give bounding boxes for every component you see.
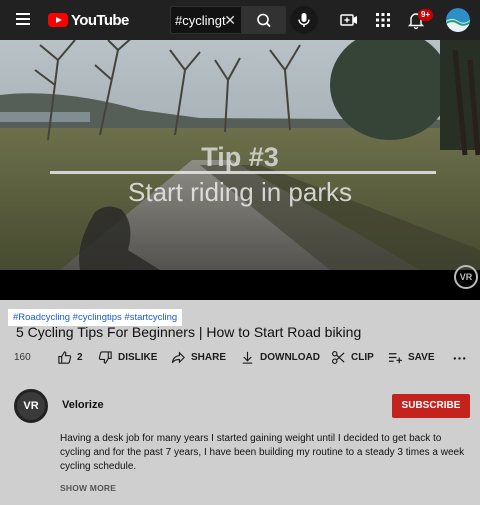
video-player[interactable]: Tip #3 Start riding in parks [0,40,480,270]
video-letterbox [0,270,480,300]
like-count: 2 [77,352,83,363]
clear-search-icon[interactable]: ✕ [224,12,236,29]
user-avatar[interactable] [446,8,470,32]
thumbs-up-icon [58,351,72,364]
youtube-play-icon [48,13,68,27]
add-to-playlist-icon [388,353,403,364]
download-button[interactable]: DOWNLOAD [240,350,320,365]
share-icon [171,351,185,364]
voice-search-button[interactable] [290,6,318,34]
notification-badge: 9+ [418,9,434,21]
video-caption-title: Tip #3 [201,142,279,172]
show-more-button[interactable]: SHOW MORE [60,483,116,493]
youtube-logo[interactable]: YouTube [48,11,129,29]
logo-text: YouTube [71,11,129,29]
video-caption-subtitle: Start riding in parks [128,177,352,207]
clip-button[interactable]: CLIP [331,350,374,365]
save-button[interactable]: SAVE [388,350,435,365]
menu-icon[interactable] [16,13,30,25]
channel-avatar[interactable]: VR [14,389,48,423]
video-actions-row: 160 2 DISLIKE SHARE DOWNLOAD CLIP SAVE [0,350,480,368]
dislike-button[interactable]: DISLIKE [98,350,157,365]
video-description: Having a desk job for many years I start… [60,433,465,472]
search-value: #cyclingt [175,13,226,28]
clip-label: CLIP [351,352,374,363]
share-label: SHARE [191,352,227,363]
top-bar: YouTube #cyclingt ✕ 9+ [0,0,480,40]
more-actions-button[interactable] [452,350,467,365]
video-title: 5 Cycling Tips For Beginners | How to St… [16,324,362,340]
download-label: DOWNLOAD [260,352,320,363]
search-icon [257,13,271,28]
view-count: 160 [14,352,31,363]
subscribe-button[interactable]: SUBSCRIBE [392,394,470,418]
save-label: SAVE [408,352,435,363]
microphone-icon [298,13,310,27]
channel-watermark[interactable]: VR [454,265,478,289]
scissors-icon [332,351,345,364]
caption-divider [50,171,436,174]
more-horizontal-icon [453,357,466,360]
create-video-icon[interactable] [339,10,359,30]
search-input[interactable]: #cyclingt ✕ [170,6,242,34]
thumbs-down-icon [98,351,112,364]
dislike-label: DISLIKE [118,352,158,363]
like-button[interactable]: 2 [57,350,83,365]
channel-name[interactable]: Velorize [62,399,104,411]
download-icon [242,351,253,364]
search-button[interactable] [242,6,286,34]
share-button[interactable]: SHARE [171,350,226,365]
apps-grid-icon[interactable] [373,10,393,30]
